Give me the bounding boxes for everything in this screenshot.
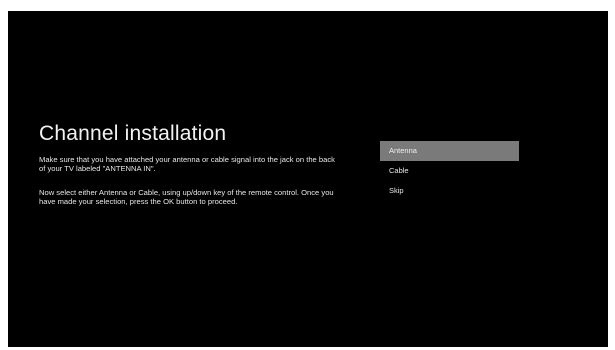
tv-screen: Channel installation Make sure that you … — [8, 11, 608, 347]
instruction-text-antenna: Make sure that you have attached your an… — [39, 155, 335, 173]
menu-item-label: Cable — [389, 166, 409, 175]
menu-item-label: Antenna — [389, 146, 417, 155]
menu-item-antenna[interactable]: Antenna — [380, 141, 519, 161]
source-menu: Antenna Cable Skip — [380, 141, 519, 201]
instruction-text-selection: Now select either Antenna or Cable, usin… — [39, 188, 334, 206]
menu-item-label: Skip — [389, 186, 404, 195]
page-title: Channel installation — [39, 122, 227, 145]
menu-item-cable[interactable]: Cable — [380, 161, 519, 181]
menu-item-skip[interactable]: Skip — [380, 181, 519, 201]
